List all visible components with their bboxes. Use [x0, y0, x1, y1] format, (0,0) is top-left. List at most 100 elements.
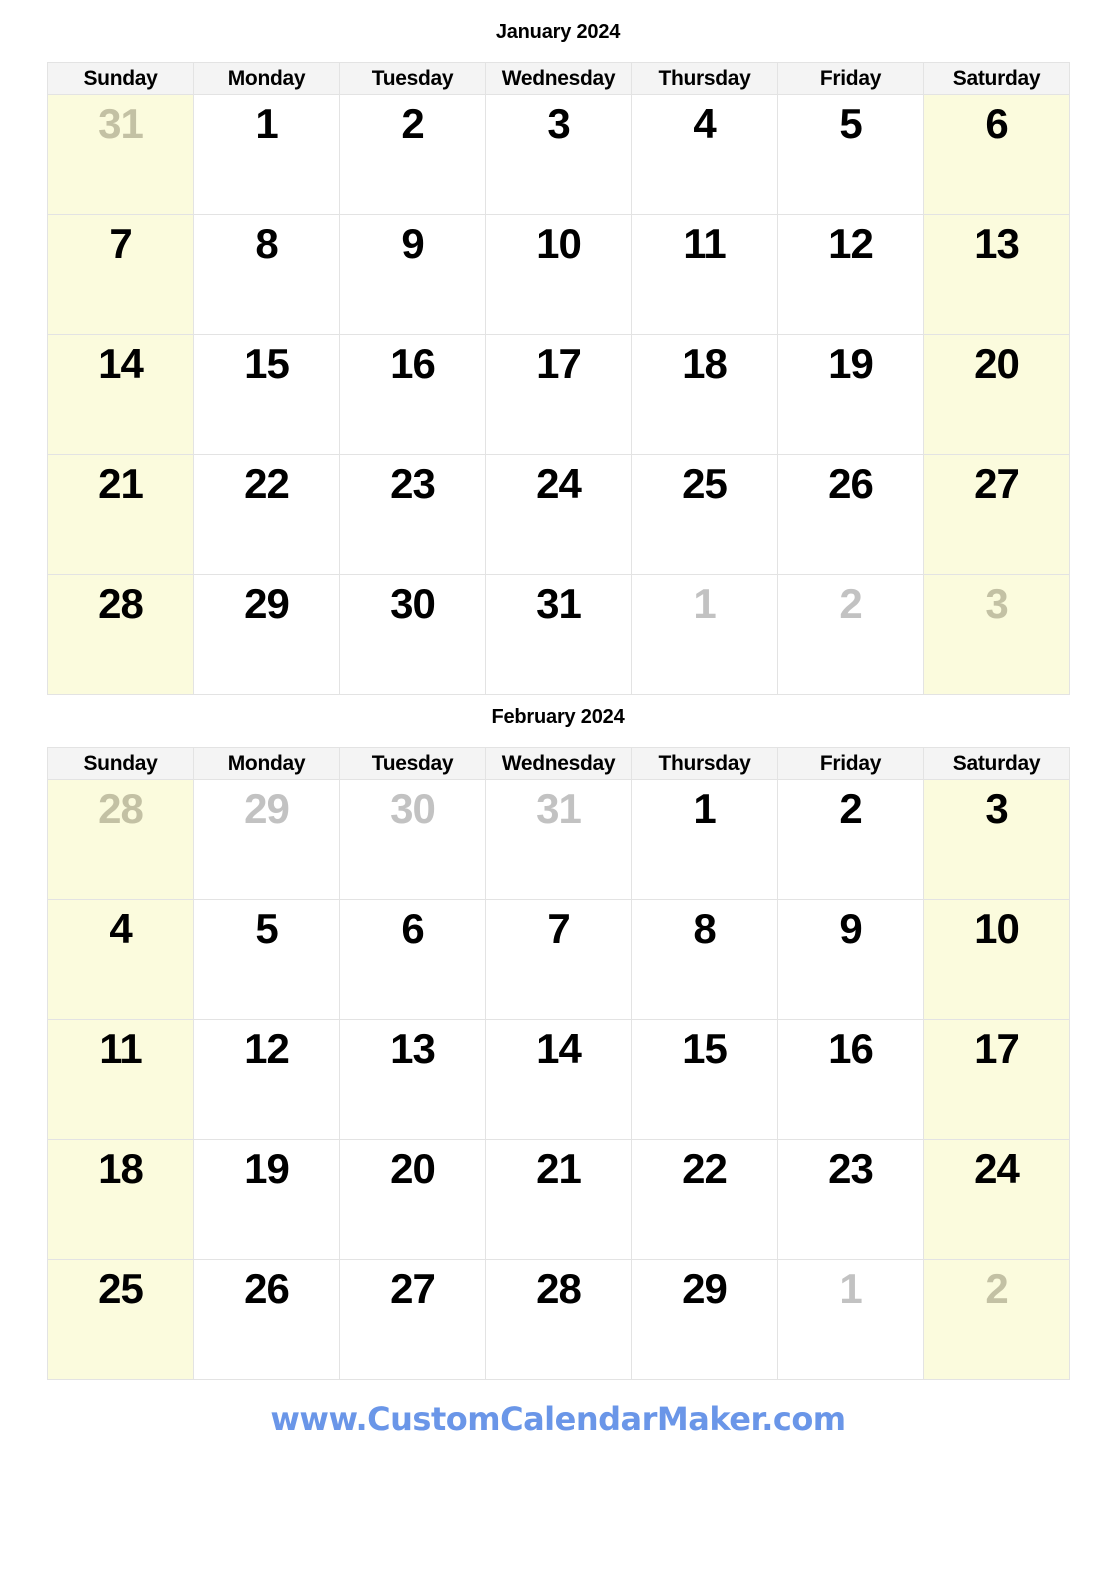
calendar-day-cell[interactable]: 27	[339, 1259, 486, 1380]
day-number: 12	[828, 220, 874, 267]
day-number: 3	[985, 785, 1008, 832]
calendar-day-cell[interactable]: 31	[485, 574, 632, 695]
calendar-day-cell[interactable]: 1	[777, 1259, 924, 1380]
calendar-day-cell[interactable]: 28	[485, 1259, 632, 1380]
calendar-day-cell[interactable]: 16	[777, 1019, 924, 1140]
calendar-day-cell[interactable]: 10	[923, 899, 1070, 1020]
calendar-day-cell[interactable]: 6	[923, 94, 1070, 215]
calendar-day-cell[interactable]: 15	[631, 1019, 778, 1140]
calendar-day-cell[interactable]: 26	[193, 1259, 340, 1380]
calendar-day-cell[interactable]: 8	[631, 899, 778, 1020]
calendar-week-row: 18 19 20 21 22 23 24	[47, 1139, 1070, 1260]
calendar-day-cell[interactable]: 1	[631, 574, 778, 695]
calendar-day-cell[interactable]: 24	[923, 1139, 1070, 1260]
day-number: 29	[244, 785, 290, 832]
calendar-day-cell[interactable]: 9	[777, 899, 924, 1020]
custom-calendar-maker-link[interactable]: www.CustomCalendarMaker.com	[270, 1400, 846, 1438]
calendar-day-cell[interactable]: 17	[485, 334, 632, 455]
calendar-day-cell[interactable]: 2	[923, 1259, 1070, 1380]
calendar-day-cell[interactable]: 11	[631, 214, 778, 335]
calendar-day-cell[interactable]: 1	[193, 94, 340, 215]
calendar-day-cell[interactable]: 18	[631, 334, 778, 455]
day-number: 2	[985, 1265, 1008, 1312]
calendar-day-cell[interactable]: 3	[485, 94, 632, 215]
day-number: 31	[536, 785, 582, 832]
day-number: 25	[98, 1265, 144, 1312]
calendar-day-cell[interactable]: 17	[923, 1019, 1070, 1140]
weekday-header-sunday: Sunday	[47, 62, 194, 95]
calendar-day-cell[interactable]: 31	[485, 779, 632, 900]
calendar-day-cell[interactable]: 11	[47, 1019, 194, 1140]
calendar-day-cell[interactable]: 19	[777, 334, 924, 455]
weekday-header-wednesday: Wednesday	[485, 62, 632, 95]
calendar-day-cell[interactable]: 22	[631, 1139, 778, 1260]
day-number: 6	[985, 100, 1008, 147]
calendar-day-cell[interactable]: 20	[339, 1139, 486, 1260]
calendar-day-cell[interactable]: 6	[339, 899, 486, 1020]
calendar-day-cell[interactable]: 20	[923, 334, 1070, 455]
day-number: 22	[682, 1145, 728, 1192]
weekday-header-tuesday: Tuesday	[339, 62, 486, 95]
calendar-day-cell[interactable]: 4	[47, 899, 194, 1020]
day-number: 4	[109, 905, 132, 952]
calendar-day-cell[interactable]: 29	[631, 1259, 778, 1380]
calendar-day-cell[interactable]: 24	[485, 454, 632, 575]
day-number: 9	[839, 905, 862, 952]
calendar-day-cell[interactable]: 30	[339, 779, 486, 900]
calendar-day-cell[interactable]: 31	[47, 94, 194, 215]
day-number: 26	[244, 1265, 290, 1312]
calendar-day-cell[interactable]: 5	[193, 899, 340, 1020]
day-number: 15	[682, 1025, 728, 1072]
calendar-day-cell[interactable]: 9	[339, 214, 486, 335]
calendar-day-cell[interactable]: 14	[485, 1019, 632, 1140]
calendar-day-cell[interactable]: 16	[339, 334, 486, 455]
calendar-day-cell[interactable]: 28	[47, 574, 194, 695]
calendar-day-cell[interactable]: 7	[47, 214, 194, 335]
calendar-day-cell[interactable]: 28	[47, 779, 194, 900]
calendar-day-cell[interactable]: 12	[777, 214, 924, 335]
day-number: 18	[682, 340, 728, 387]
calendar-day-cell[interactable]: 29	[193, 779, 340, 900]
calendar-day-cell[interactable]: 13	[339, 1019, 486, 1140]
calendar-day-cell[interactable]: 18	[47, 1139, 194, 1260]
weekday-header-friday: Friday	[777, 62, 924, 95]
calendar-day-cell[interactable]: 14	[47, 334, 194, 455]
calendar-day-cell[interactable]: 8	[193, 214, 340, 335]
weekday-header-sunday: Sunday	[47, 747, 194, 780]
calendar-day-cell[interactable]: 21	[47, 454, 194, 575]
calendar-day-cell[interactable]: 7	[485, 899, 632, 1020]
calendar-day-cell[interactable]: 3	[923, 574, 1070, 695]
day-number: 23	[828, 1145, 874, 1192]
calendar-day-cell[interactable]: 29	[193, 574, 340, 695]
calendar-day-cell[interactable]: 30	[339, 574, 486, 695]
calendar-day-cell[interactable]: 15	[193, 334, 340, 455]
calendar-day-cell[interactable]: 5	[777, 94, 924, 215]
calendar-day-cell[interactable]: 23	[777, 1139, 924, 1260]
calendar-day-cell[interactable]: 2	[777, 574, 924, 695]
footer: www.CustomCalendarMaker.com	[0, 1400, 1116, 1438]
weekday-header-thursday: Thursday	[631, 747, 778, 780]
calendar-day-cell[interactable]: 22	[193, 454, 340, 575]
calendar-day-cell[interactable]: 19	[193, 1139, 340, 1260]
calendar-day-cell[interactable]: 2	[339, 94, 486, 215]
day-number: 4	[693, 100, 716, 147]
calendar-week-row: 7 8 9 10 11 12 13	[47, 214, 1070, 335]
calendar-day-cell[interactable]: 27	[923, 454, 1070, 575]
calendar-day-cell[interactable]: 4	[631, 94, 778, 215]
month-block-january: January 2024 Sunday Monday Tuesday Wedne…	[47, 20, 1070, 695]
calendar-day-cell[interactable]: 3	[923, 779, 1070, 900]
weekday-header-saturday: Saturday	[923, 747, 1070, 780]
day-number: 10	[974, 905, 1020, 952]
calendar-day-cell[interactable]: 25	[631, 454, 778, 575]
day-number: 14	[98, 340, 144, 387]
calendar-day-cell[interactable]: 2	[777, 779, 924, 900]
calendar-day-cell[interactable]: 25	[47, 1259, 194, 1380]
calendar-day-cell[interactable]: 1	[631, 779, 778, 900]
calendar-day-cell[interactable]: 23	[339, 454, 486, 575]
day-number: 9	[401, 220, 424, 267]
calendar-day-cell[interactable]: 12	[193, 1019, 340, 1140]
calendar-day-cell[interactable]: 10	[485, 214, 632, 335]
calendar-day-cell[interactable]: 13	[923, 214, 1070, 335]
calendar-day-cell[interactable]: 26	[777, 454, 924, 575]
calendar-day-cell[interactable]: 21	[485, 1139, 632, 1260]
